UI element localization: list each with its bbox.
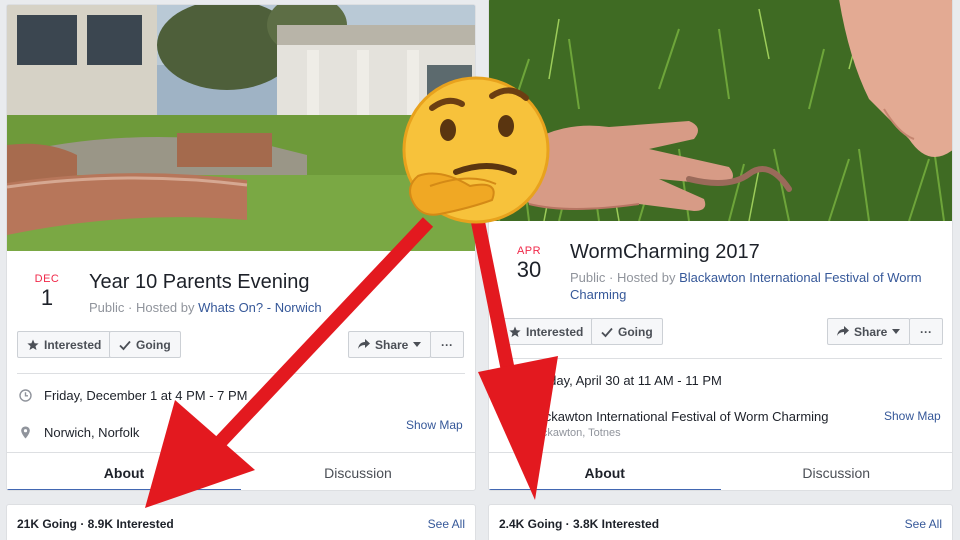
event-title[interactable]: WormCharming 2017 xyxy=(570,241,760,264)
event-card-parents-evening: DEC 1 Year 10 Parents Evening Public · H… xyxy=(6,4,476,491)
more-options-button[interactable]: ··· xyxy=(909,318,943,345)
event-location-row: Norwich, Norfolk xyxy=(19,425,139,440)
event-host: Public · Hosted by Whats On? - Norwich xyxy=(89,299,459,316)
going-button[interactable]: Going xyxy=(109,331,181,358)
event-cover-photo[interactable] xyxy=(489,0,952,221)
going-label: Going xyxy=(618,324,653,339)
tab-about[interactable]: About xyxy=(489,453,721,490)
see-all-link[interactable]: See All xyxy=(905,517,942,531)
event-location-row: Blackawton International Festival of Wor… xyxy=(501,409,829,424)
checkmark-icon xyxy=(119,340,131,350)
event-day: 1 xyxy=(40,285,54,310)
event-time-row: Sunday, April 30 at 11 AM - 11 PM xyxy=(501,373,722,388)
more-options-label: ··· xyxy=(920,324,932,339)
share-button[interactable]: Share xyxy=(348,331,432,358)
interested-label: Interested xyxy=(526,324,584,339)
share-label: Share xyxy=(375,337,409,352)
tab-about[interactable]: About xyxy=(7,453,241,490)
event-time-row: Friday, December 1 at 4 PM - 7 PM xyxy=(19,388,248,403)
clock-icon xyxy=(19,389,32,402)
going-button[interactable]: Going xyxy=(591,318,663,345)
share-button[interactable]: Share xyxy=(827,318,911,345)
event-card-worm-charming: APR 30 WormCharming 2017 Public · Hosted… xyxy=(488,0,953,491)
star-icon xyxy=(27,339,39,350)
section-divider xyxy=(17,373,465,374)
interested-label: Interested xyxy=(44,337,102,352)
show-map-link[interactable]: Show Map xyxy=(406,418,463,432)
map-pin-icon xyxy=(503,410,512,423)
interested-button[interactable]: Interested xyxy=(499,318,594,345)
share-arrow-icon xyxy=(837,326,849,336)
clock-icon xyxy=(501,374,514,387)
event-month: APR xyxy=(516,245,542,257)
share-arrow-icon xyxy=(358,339,370,349)
going-label: Going xyxy=(136,337,171,352)
show-map-link[interactable]: Show Map xyxy=(884,409,941,423)
event-location-text[interactable]: Blackawton International Festival of Wor… xyxy=(526,409,829,424)
event-host: Public · Hosted by Blackawton Internatio… xyxy=(570,269,940,303)
event-privacy-text: Public · Hosted by xyxy=(89,300,199,315)
section-divider xyxy=(499,358,942,359)
chevron-down-icon xyxy=(413,342,422,347)
guest-stats-card: 2.4K Going · 3.8K Interested See All xyxy=(488,504,953,540)
guest-stats-card: 21K Going · 8.9K Interested See All xyxy=(6,504,476,540)
checkmark-icon xyxy=(601,327,613,337)
event-date: APR 30 xyxy=(507,245,551,283)
event-privacy-text: Public · Hosted by xyxy=(570,270,680,285)
guest-stats-text[interactable]: 21K Going · 8.9K Interested xyxy=(17,517,174,531)
event-tabs: About Discussion xyxy=(7,452,475,490)
event-location-subtext: Blackawton, Totnes xyxy=(526,427,621,439)
event-time-text[interactable]: Friday, December 1 at 4 PM - 7 PM xyxy=(44,388,248,403)
event-tabs: About Discussion xyxy=(489,452,953,490)
tab-discussion[interactable]: Discussion xyxy=(721,453,953,490)
event-location-text[interactable]: Norwich, Norfolk xyxy=(44,425,139,440)
event-cover-photo[interactable] xyxy=(7,5,475,251)
event-date: DEC 1 xyxy=(25,273,69,311)
event-host-link[interactable]: Whats On? - Norwich xyxy=(198,300,322,315)
share-label: Share xyxy=(854,324,888,339)
tab-discussion[interactable]: Discussion xyxy=(241,453,475,490)
event-title[interactable]: Year 10 Parents Evening xyxy=(89,271,310,294)
interested-button[interactable]: Interested xyxy=(17,331,112,358)
event-time-text[interactable]: Sunday, April 30 at 11 AM - 11 PM xyxy=(526,373,722,388)
see-all-link[interactable]: See All xyxy=(428,517,465,531)
more-options-label: ··· xyxy=(441,337,453,352)
event-month: DEC xyxy=(34,273,60,285)
map-pin-icon xyxy=(21,426,30,439)
event-day: 30 xyxy=(516,257,542,282)
more-options-button[interactable]: ··· xyxy=(430,331,464,358)
guest-stats-text[interactable]: 2.4K Going · 3.8K Interested xyxy=(499,517,659,531)
star-icon xyxy=(509,326,521,337)
chevron-down-icon xyxy=(892,329,901,334)
